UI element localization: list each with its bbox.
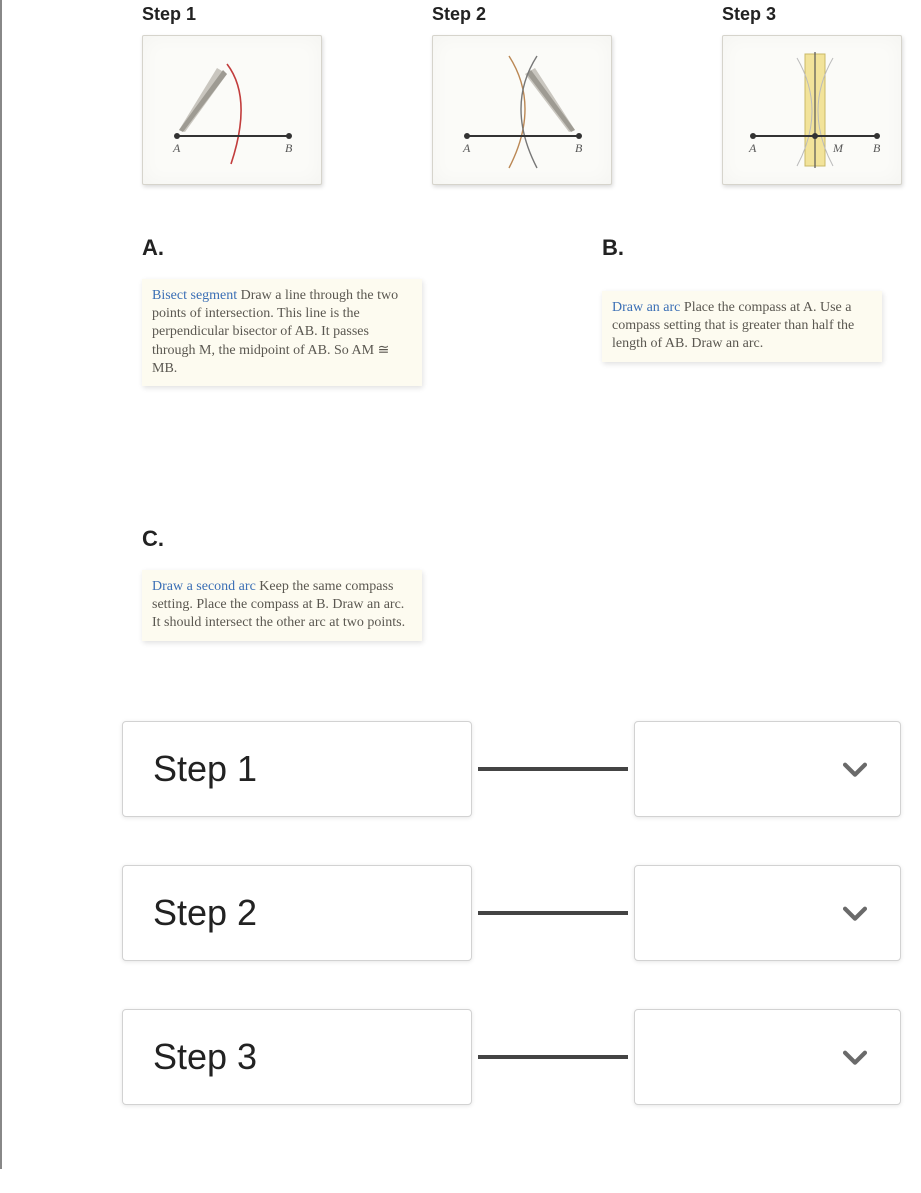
match-row-1: Step 1 <box>122 721 901 817</box>
point-B-label: B <box>575 141 583 155</box>
match-label-3: Step 3 <box>122 1009 472 1105</box>
option-C-lead: Draw a second arc <box>152 579 256 594</box>
chevron-down-icon <box>838 752 872 786</box>
step-2-header: Step 2 <box>432 4 612 25</box>
step-2-tile: A B <box>432 35 612 185</box>
option-C-letter: C. <box>142 526 422 552</box>
match-label-2-text: Step 2 <box>153 892 257 934</box>
point-A-label: A <box>172 141 181 155</box>
step-2-column: Step 2 A B <box>432 4 612 185</box>
option-B: B. Draw an arc Place the compass at A. U… <box>602 235 882 386</box>
match-label-2: Step 2 <box>122 865 472 961</box>
step-3-column: Step 3 A M B <box>722 4 902 185</box>
option-A: A. Bisect segment Draw a line through th… <box>142 235 422 386</box>
point-B-label: B <box>873 141 881 155</box>
chevron-down-icon <box>838 896 872 930</box>
option-C: C. Draw a second arc Keep the same compa… <box>142 526 422 641</box>
options-area: A. Bisect segment Draw a line through th… <box>142 235 901 641</box>
step-3-figure: A M B <box>737 50 887 170</box>
matching-area: Step 1 Step 2 Step 3 <box>122 721 901 1105</box>
match-dropdown-3[interactable] <box>634 1009 901 1105</box>
option-A-card: Bisect segment Draw a line through the t… <box>142 279 422 386</box>
step-2-figure: A B <box>447 50 597 170</box>
chevron-down-icon <box>838 1040 872 1074</box>
match-row-2: Step 2 <box>122 865 901 961</box>
match-dropdown-2[interactable] <box>634 865 901 961</box>
step-3-tile: A M B <box>722 35 902 185</box>
option-A-lead: Bisect segment <box>152 288 237 303</box>
point-M-label: M <box>832 141 844 155</box>
match-row-3: Step 3 <box>122 1009 901 1105</box>
step-1-tile: A B <box>142 35 322 185</box>
step-1-header: Step 1 <box>142 4 322 25</box>
point-A-label: A <box>462 141 471 155</box>
match-label-3-text: Step 3 <box>153 1036 257 1078</box>
option-A-letter: A. <box>142 235 422 261</box>
step-3-header: Step 3 <box>722 4 902 25</box>
point-B-label: B <box>285 141 293 155</box>
match-label-1: Step 1 <box>122 721 472 817</box>
step-1-figure: A B <box>157 50 307 170</box>
point-A-label: A <box>748 141 757 155</box>
connector-line <box>478 767 628 771</box>
connector-line <box>478 911 628 915</box>
match-label-1-text: Step 1 <box>153 748 257 790</box>
option-B-lead: Draw an arc <box>612 300 680 315</box>
option-B-letter: B. <box>602 235 882 261</box>
connector-line <box>478 1055 628 1059</box>
option-C-card: Draw a second arc Keep the same compass … <box>142 570 422 641</box>
option-B-card: Draw an arc Place the compass at A. Use … <box>602 291 882 362</box>
step-diagrams-row: Step 1 A B Step 2 <box>142 0 901 185</box>
match-dropdown-1[interactable] <box>634 721 901 817</box>
step-1-column: Step 1 A B <box>142 4 322 185</box>
